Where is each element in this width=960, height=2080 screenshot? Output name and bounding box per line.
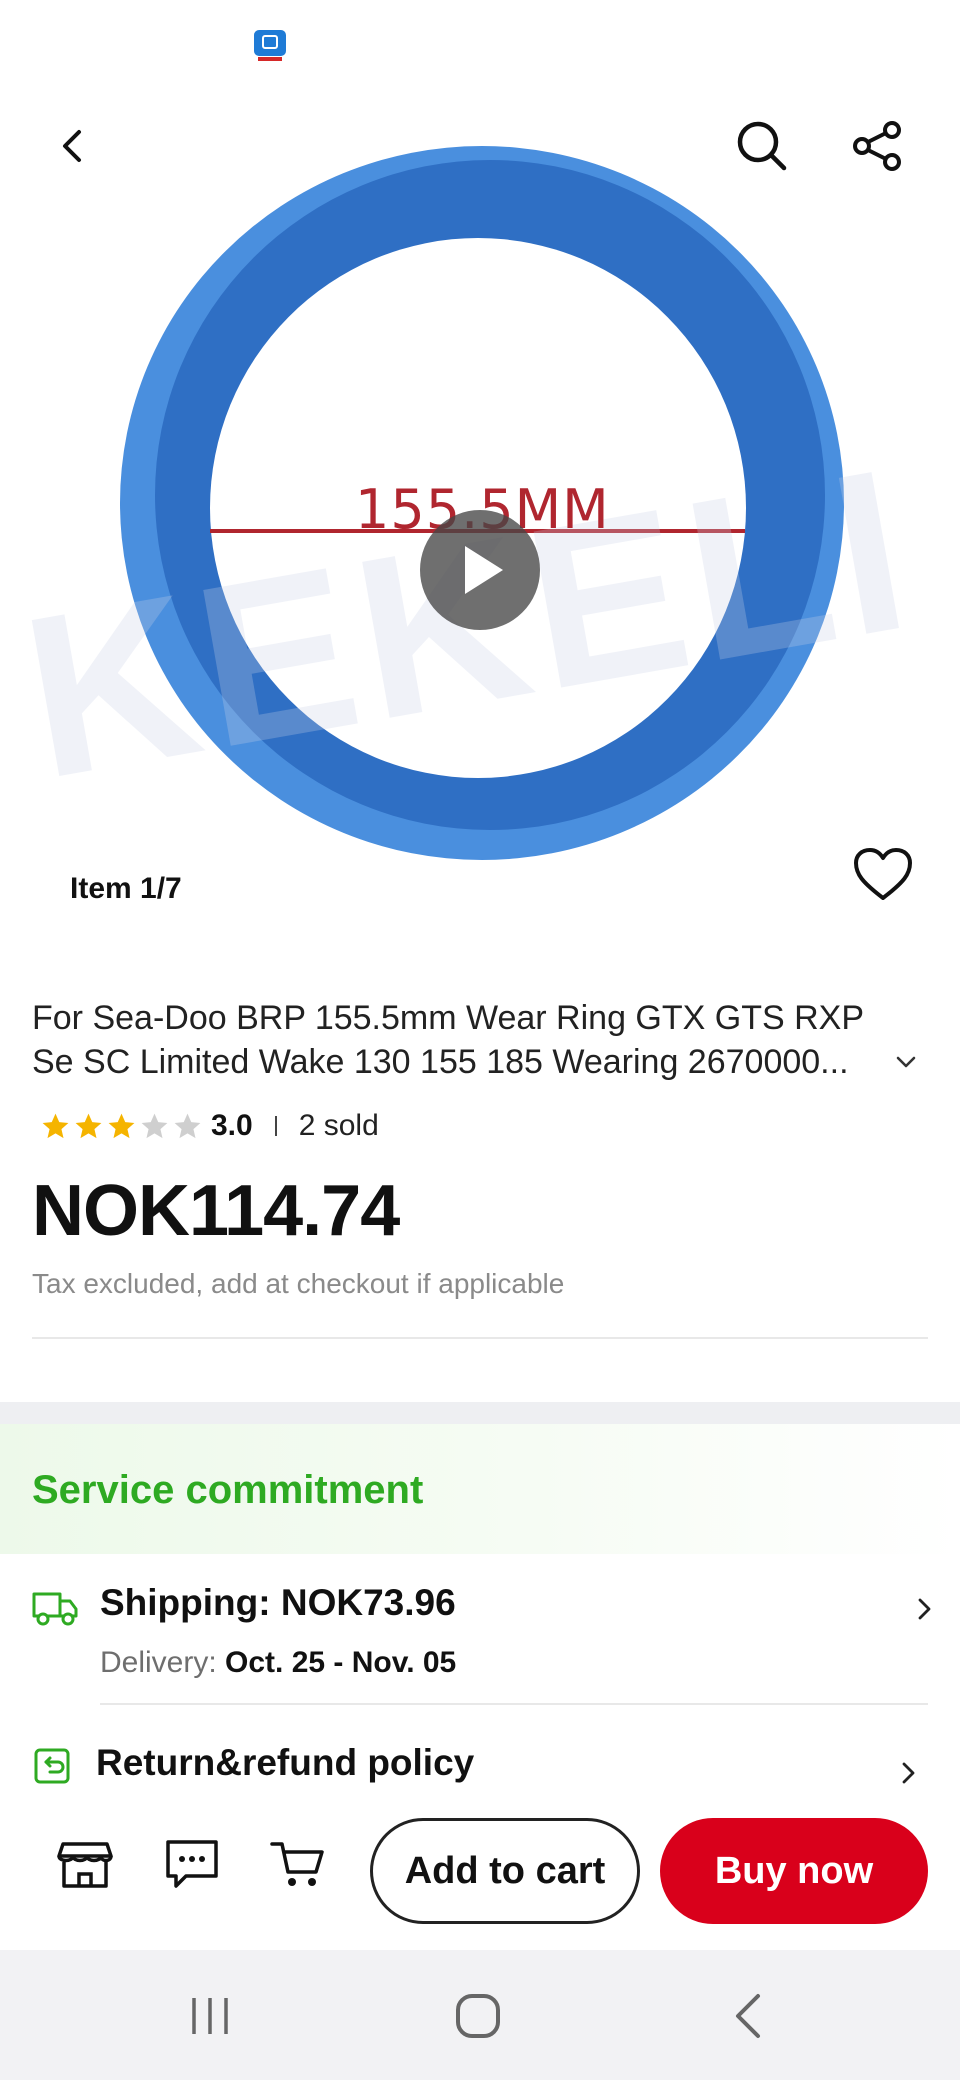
- rating-row[interactable]: 3.0 2 sold: [40, 1106, 379, 1146]
- shipping-row[interactable]: Shipping: NOK73.96 Delivery: Oct. 25 - N…: [0, 1570, 960, 1702]
- message-icon[interactable]: [162, 1834, 222, 1894]
- search-button[interactable]: [726, 110, 798, 182]
- system-back-button[interactable]: [708, 1984, 788, 2048]
- product-image-gallery[interactable]: KEKELI KIT 155.5MM: [0, 90, 960, 950]
- delivery-prefix: Delivery:: [100, 1646, 226, 1679]
- service-commitment-title: Service commitment: [32, 1468, 424, 1512]
- star-filled-icon: [42, 1113, 69, 1138]
- delivery-estimate: Delivery: Oct. 25 - Nov. 05: [100, 1646, 456, 1680]
- buy-now-button[interactable]: Buy now: [660, 1818, 928, 1924]
- share-icon: [853, 121, 901, 171]
- star-rating: [40, 1111, 203, 1142]
- rating-value: 3.0: [211, 1109, 253, 1142]
- delivery-dates: Oct. 25 - Nov. 05: [225, 1646, 457, 1679]
- heart-icon[interactable]: [852, 846, 914, 902]
- shipping-label: Shipping: NOK73.96: [100, 1582, 456, 1623]
- star-empty-icon: [174, 1113, 201, 1138]
- chevron-right-icon: [918, 1598, 931, 1620]
- divider: [274, 1116, 277, 1136]
- star-filled-icon: [108, 1113, 135, 1138]
- chevron-right-icon: [902, 1762, 915, 1784]
- play-video-button[interactable]: [420, 510, 540, 630]
- chevron-down-icon[interactable]: [894, 1050, 918, 1074]
- store-icon[interactable]: [55, 1834, 115, 1894]
- product-price: NOK114.74: [32, 1171, 400, 1251]
- divider: [100, 1703, 928, 1705]
- tax-note: Tax excluded, add at checkout if applica…: [32, 1268, 565, 1299]
- home-button[interactable]: [438, 1984, 518, 2048]
- recents-button[interactable]: [170, 1984, 250, 2048]
- product-page: KEKELI KIT 155.5MM Item 1/7 For Sea-Doo …: [0, 0, 960, 2080]
- product-title: For Sea-Doo BRP 155.5mm Wear Ring GTX GT…: [32, 999, 864, 1081]
- image-counter: Item 1/7: [70, 872, 182, 905]
- add-to-cart-button[interactable]: Add to cart: [370, 1818, 640, 1924]
- play-icon: [465, 546, 503, 594]
- divider: [32, 1337, 928, 1339]
- truck-icon: [32, 1592, 78, 1626]
- return-refund-label: Return&refund policy: [96, 1742, 475, 1783]
- share-button[interactable]: [842, 110, 914, 182]
- bottom-action-bar: Add to cart Buy now: [0, 1800, 960, 1950]
- cart-icon[interactable]: [268, 1834, 328, 1894]
- chevron-left-icon: [63, 130, 81, 162]
- home-icon: [456, 1994, 500, 2038]
- return-refund-row[interactable]: Return&refund policy: [0, 1740, 960, 1800]
- back-icon: [736, 1994, 760, 2038]
- return-icon: [34, 1748, 70, 1784]
- system-navigation-bar: [0, 1950, 960, 2080]
- sold-count: 2 sold: [298, 1109, 379, 1142]
- search-icon: [737, 121, 787, 171]
- star-filled-icon: [75, 1113, 102, 1138]
- back-button[interactable]: [36, 110, 108, 182]
- section-separator: [0, 1402, 960, 1424]
- recents-icon: [192, 1998, 228, 2034]
- star-empty-icon: [141, 1113, 168, 1138]
- app-notification-icon: [254, 30, 286, 61]
